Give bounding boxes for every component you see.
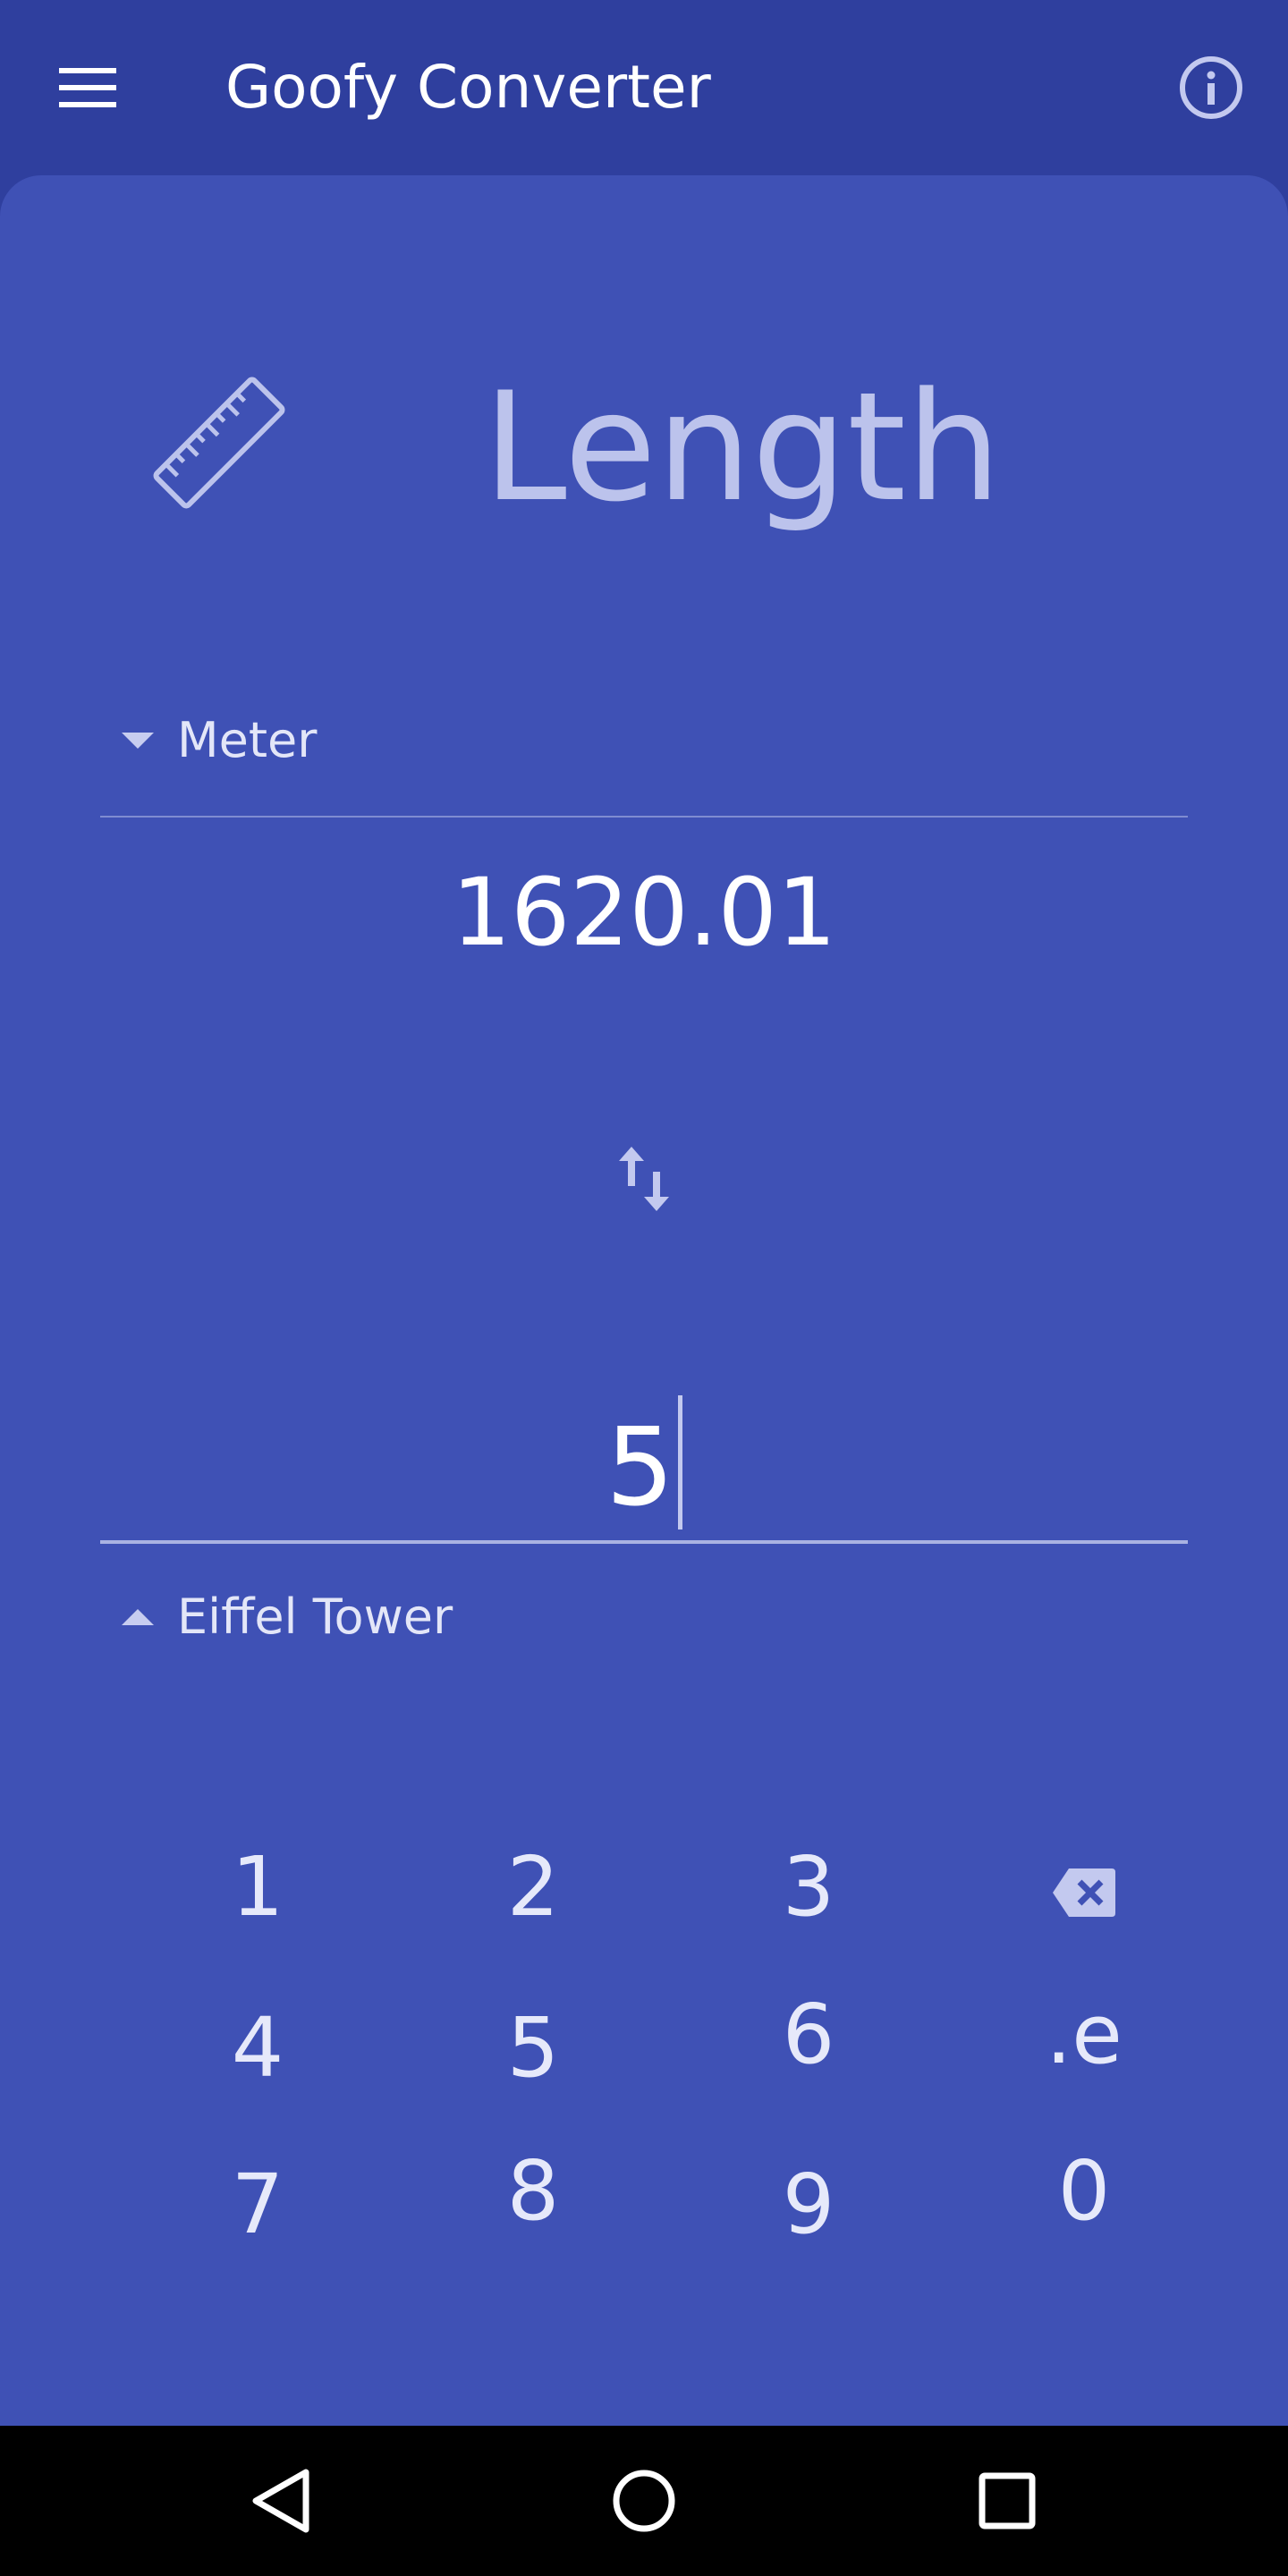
- key-7[interactable]: 7: [168, 2142, 347, 2267]
- key-9[interactable]: 9: [719, 2142, 898, 2267]
- back-triangle-icon[interactable]: [247, 2465, 318, 2537]
- backspace-icon: [1053, 1868, 1115, 1917]
- backspace-key[interactable]: [995, 1825, 1174, 1950]
- category-title: Length: [483, 360, 1002, 535]
- to-divider: [100, 1540, 1188, 1544]
- to-unit-selector[interactable]: Eiffel Tower: [122, 1589, 453, 1646]
- system-nav-bar: [0, 2426, 1288, 2576]
- from-value: 1620.01: [451, 858, 837, 967]
- ruler-icon: [143, 367, 295, 519]
- from-divider: [100, 816, 1188, 818]
- key-0[interactable]: 0: [995, 2129, 1174, 2254]
- from-unit-label: Meter: [177, 712, 318, 768]
- swap-vertical-icon[interactable]: [617, 1147, 671, 1211]
- key-8[interactable]: 8: [444, 2129, 623, 2254]
- key-3[interactable]: 3: [719, 1825, 898, 1950]
- from-unit-selector[interactable]: Meter: [122, 712, 317, 769]
- to-unit-label: Eiffel Tower: [177, 1589, 453, 1645]
- recents-square-icon[interactable]: [971, 2465, 1043, 2537]
- text-caret: [677, 1395, 682, 1530]
- hamburger-menu-icon[interactable]: [59, 68, 116, 107]
- key-exponent[interactable]: .e: [995, 1972, 1174, 2097]
- app-title: Goofy Converter: [225, 53, 711, 122]
- dropdown-arrow-icon: [122, 733, 154, 749]
- key-4[interactable]: 4: [168, 1986, 347, 2111]
- dropdown-arrow-icon: [122, 1609, 154, 1625]
- info-icon[interactable]: [1179, 55, 1243, 120]
- app-bar: Goofy Converter: [0, 0, 1288, 175]
- home-circle-icon[interactable]: [608, 2465, 680, 2537]
- key-6[interactable]: 6: [719, 1972, 898, 2097]
- to-value-input[interactable]: 5: [0, 1395, 1288, 1531]
- key-1[interactable]: 1: [168, 1825, 347, 1950]
- keypad: 1 2 3 4 5 6 .e 7 8 9 0: [0, 1825, 1288, 2308]
- to-value-text: 5: [606, 1406, 674, 1530]
- key-2[interactable]: 2: [444, 1825, 623, 1950]
- key-5[interactable]: 5: [444, 1986, 623, 2111]
